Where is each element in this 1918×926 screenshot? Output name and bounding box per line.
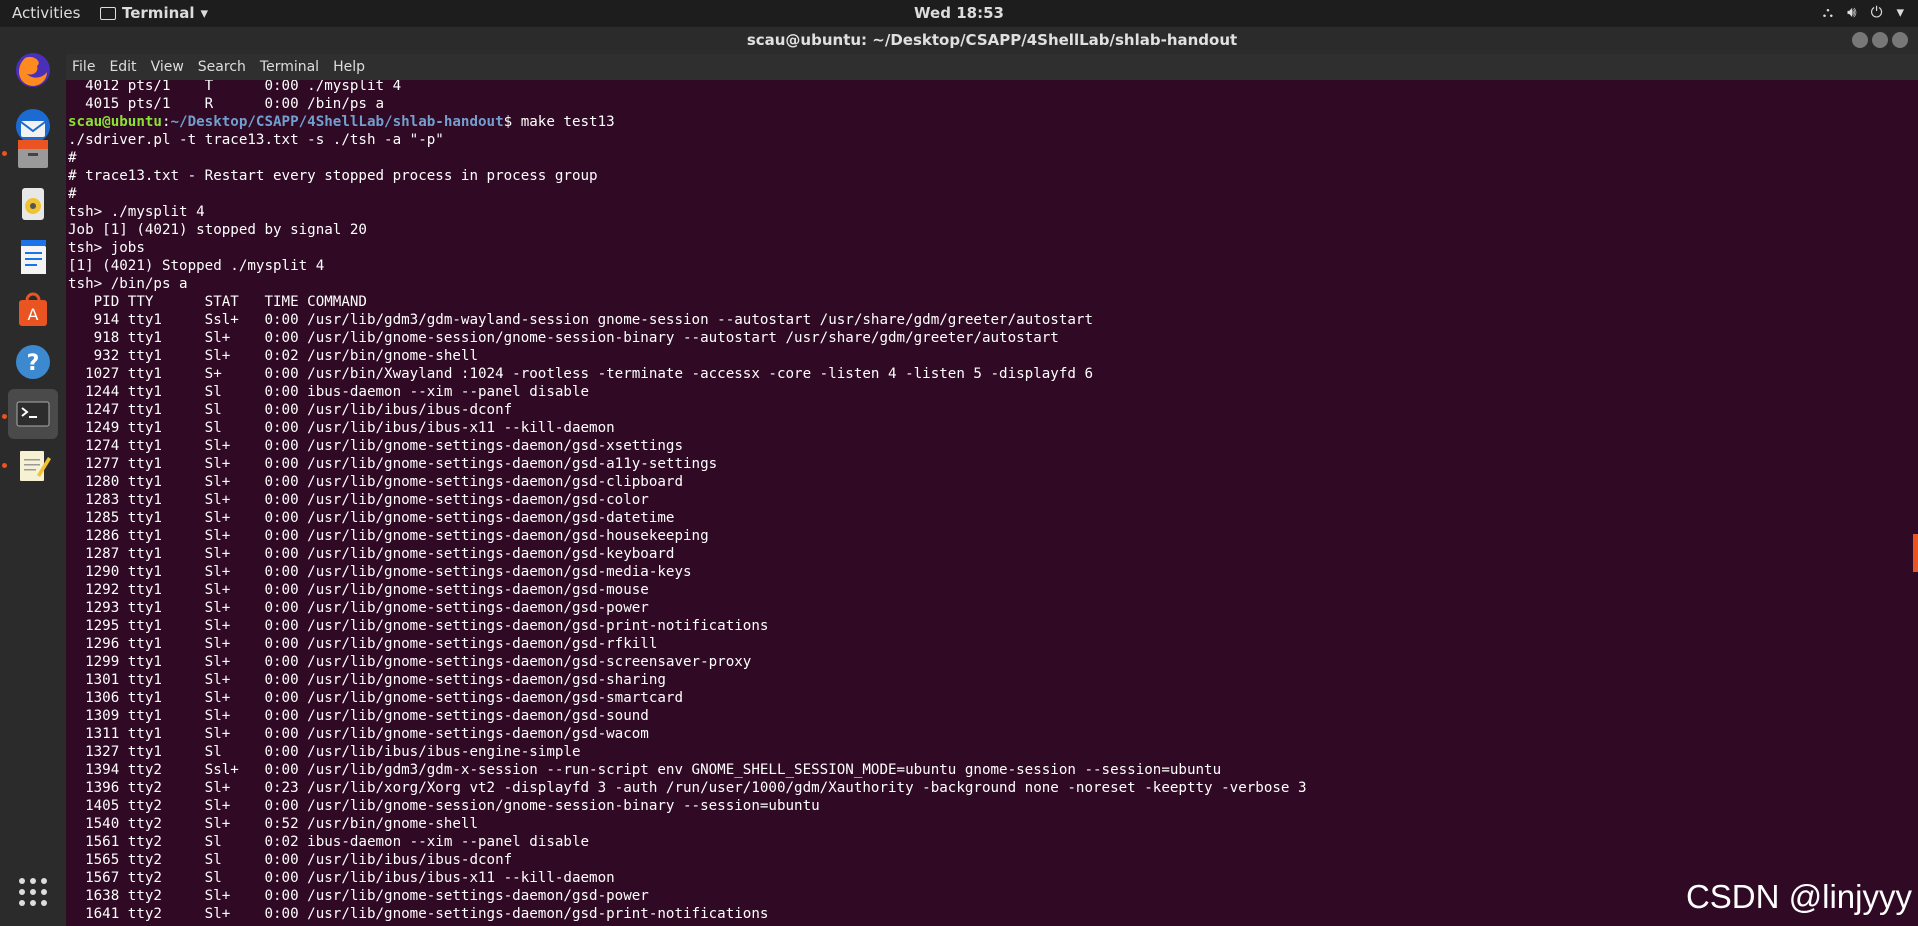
terminal-line: 1247 tty1 Sl 0:00 /usr/lib/ibus/ibus-dco… [68,402,513,418]
app-menu-label: Terminal [122,4,195,22]
terminal-line: tsh> ./mysplit 4 [68,204,205,220]
terminal-small-icon [100,6,116,20]
terminal-line: 1309 tty1 Sl+ 0:00 /usr/lib/gnome-settin… [68,708,649,724]
terminal-line: 1274 tty1 Sl+ 0:00 /usr/lib/gnome-settin… [68,438,683,454]
svg-text:?: ? [27,351,40,376]
menu-view[interactable]: View [151,59,184,75]
window-title: scau@ubuntu: ~/Desktop/CSAPP/4ShellLab/s… [746,31,1238,49]
terminal-line: 914 tty1 Ssl+ 0:00 /usr/lib/gdm3/gdm-way… [68,312,1093,328]
terminal-line: 1283 tty1 Sl+ 0:00 /usr/lib/gnome-settin… [68,492,649,508]
terminal-line: Job [1] (4021) stopped by signal 20 [68,222,367,238]
terminal-line: 1638 tty2 Sl+ 0:00 /usr/lib/gnome-settin… [68,888,649,904]
terminal-text: 4012 pts/1 T 0:00 ./mysplit 4 4015 pts/1… [68,80,1307,923]
volume-icon[interactable]: 🔊︎ [1847,3,1856,21]
minimize-button[interactable] [1852,32,1868,48]
close-button[interactable] [1892,32,1908,48]
terminal-line: 1249 tty1 Sl 0:00 /usr/lib/ibus/ibus-x11… [68,420,615,436]
terminal-line: 1290 tty1 Sl+ 0:00 /usr/lib/gnome-settin… [68,564,692,580]
power-icon[interactable]: ⏻ [1871,3,1883,21]
prompt-line: scau@ubuntu:~/Desktop/CSAPP/4ShellLab/sh… [68,114,615,130]
terminal-line: 1567 tty2 Sl 0:00 /usr/lib/ibus/ibus-x11… [68,870,615,886]
terminal-line: # [68,150,77,166]
terminal-menubar: File Edit View Search Terminal Help [66,54,1918,80]
terminal-line: 1295 tty1 Sl+ 0:00 /usr/lib/gnome-settin… [68,618,769,634]
terminal-line: 932 tty1 Sl+ 0:02 /usr/bin/gnome-shell [68,348,478,364]
terminal-line: 1293 tty1 Sl+ 0:00 /usr/lib/gnome-settin… [68,600,649,616]
terminal-output[interactable]: 4012 pts/1 T 0:00 ./mysplit 4 4015 pts/1… [66,80,1918,926]
activities-button[interactable]: Activities [12,4,80,22]
firefox-icon[interactable] [8,45,58,95]
system-tray[interactable]: ⛬ 🔊︎ ⏻ ▾ [1823,3,1904,21]
dock: A ? [0,27,66,926]
terminal-line: 1027 tty1 S+ 0:00 /usr/bin/Xwayland :102… [68,366,1093,382]
files-icon[interactable] [8,128,58,178]
terminal-line: 1405 tty2 Sl+ 0:00 /usr/lib/gnome-sessio… [68,798,820,814]
terminal-line: 1327 tty1 Sl 0:00 /usr/lib/ibus/ibus-eng… [68,744,581,760]
chevron-down-icon: ▾ [200,4,209,22]
terminal-line: 4012 pts/1 T 0:00 ./mysplit 4 [68,80,402,94]
terminal-line: 1311 tty1 Sl+ 0:00 /usr/lib/gnome-settin… [68,726,649,742]
software-center-icon[interactable]: A [8,285,58,335]
terminal-line: 1301 tty1 Sl+ 0:00 /usr/lib/gnome-settin… [68,672,666,688]
terminal-line: tsh> jobs [68,240,145,256]
clock[interactable]: Wed 18:53 [0,4,1918,22]
terminal-line: # trace13.txt - Restart every stopped pr… [68,168,598,184]
terminal-line: 1306 tty1 Sl+ 0:00 /usr/lib/gnome-settin… [68,690,683,706]
terminal-line: ./sdriver.pl -t trace13.txt -s ./tsh -a … [68,132,444,148]
terminal-icon[interactable] [8,389,58,439]
terminal-line: 1285 tty1 Sl+ 0:00 /usr/lib/gnome-settin… [68,510,675,526]
terminal-line: 1280 tty1 Sl+ 0:00 /usr/lib/gnome-settin… [68,474,683,490]
menu-help[interactable]: Help [333,59,365,75]
terminal-line: 1287 tty1 Sl+ 0:00 /usr/lib/gnome-settin… [68,546,675,562]
terminal-line: 1394 tty2 Ssl+ 0:00 /usr/lib/gdm3/gdm-x-… [68,762,1222,778]
terminal-line: 1244 tty1 Sl 0:00 ibus-daemon --xim --pa… [68,384,590,400]
terminal-line: PID TTY STAT TIME COMMAND [68,294,367,310]
terminal-line: 4015 pts/1 R 0:00 /bin/ps a [68,96,385,112]
terminal-line: 1540 tty2 Sl+ 0:52 /usr/bin/gnome-shell [68,816,478,832]
terminal-line: 1277 tty1 Sl+ 0:00 /usr/lib/gnome-settin… [68,456,718,472]
menu-terminal[interactable]: Terminal [260,59,319,75]
help-icon[interactable]: ? [8,337,58,387]
terminal-line: 1641 tty2 Sl+ 0:00 /usr/lib/gnome-settin… [68,906,769,922]
chevron-down-icon[interactable]: ▾ [1896,3,1904,21]
rhythmbox-icon[interactable] [8,179,58,229]
terminal-line: 1299 tty1 Sl+ 0:00 /usr/lib/gnome-settin… [68,654,752,670]
terminal-line: tsh> /bin/ps a [68,276,188,292]
terminal-line: 1292 tty1 Sl+ 0:00 /usr/lib/gnome-settin… [68,582,649,598]
terminal-line: 1565 tty2 Sl 0:00 /usr/lib/ibus/ibus-dco… [68,852,513,868]
top-bar: Activities Terminal ▾ Wed 18:53 ⛬ 🔊︎ ⏻ ▾ [0,0,1918,27]
terminal-line: [1] (4021) Stopped ./mysplit 4 [68,258,325,274]
terminal-line: 1296 tty1 Sl+ 0:00 /usr/lib/gnome-settin… [68,636,658,652]
terminal-line: 1561 tty2 Sl 0:02 ibus-daemon --xim --pa… [68,834,590,850]
window-controls [1852,32,1908,48]
menu-edit[interactable]: Edit [109,59,136,75]
terminal-line: 1286 tty1 Sl+ 0:00 /usr/lib/gnome-settin… [68,528,709,544]
show-applications-icon[interactable] [8,867,58,917]
watermark: CSDN @linjyyy [1685,878,1912,915]
menu-search[interactable]: Search [198,59,246,75]
window-titlebar[interactable]: scau@ubuntu: ~/Desktop/CSAPP/4ShellLab/s… [66,27,1918,54]
menu-file[interactable]: File [72,59,95,75]
prompt-command: $ make test13 [503,114,615,130]
prompt-user: scau@ubuntu [68,114,162,130]
libreoffice-writer-icon[interactable] [8,232,58,282]
svg-text:A: A [28,305,39,324]
terminal-line: # [68,186,77,202]
terminal-line: 918 tty1 Sl+ 0:00 /usr/lib/gnome-session… [68,330,1059,346]
network-icon[interactable]: ⛬ [1823,3,1834,21]
text-editor-icon[interactable] [8,440,58,490]
scrollbar-indicator[interactable] [1913,534,1918,572]
prompt-separator: : [161,114,171,130]
maximize-button[interactable] [1872,32,1888,48]
prompt-path: ~/Desktop/CSAPP/4ShellLab/shlab-handout [170,114,504,130]
terminal-line: 1396 tty2 Sl+ 0:23 /usr/lib/xorg/Xorg vt… [68,780,1307,796]
app-menu-terminal[interactable]: Terminal ▾ [100,4,208,22]
